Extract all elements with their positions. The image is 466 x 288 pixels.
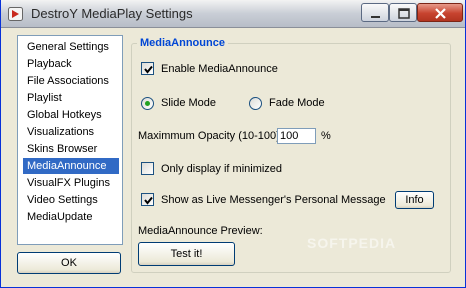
minimize-button[interactable] <box>361 3 389 22</box>
window-title: DestroY MediaPlay Settings <box>31 6 193 21</box>
group-title: MediaAnnounce <box>137 37 228 49</box>
fade-mode-radio[interactable] <box>249 97 262 110</box>
slide-mode-radio[interactable] <box>141 97 154 110</box>
settings-window: DestroY MediaPlay Settings General Setti… <box>0 0 466 288</box>
slide-mode-label: Slide Mode <box>161 97 217 109</box>
close-button[interactable] <box>417 3 463 22</box>
nav-item-playlist[interactable]: Playlist <box>23 90 119 106</box>
maximize-button[interactable] <box>389 3 417 22</box>
ok-button[interactable]: OK <box>17 252 121 274</box>
only-minimized-label: Only display if minimized <box>161 163 283 175</box>
test-it-button[interactable]: Test it! <box>138 242 235 266</box>
opacity-input[interactable]: 100 <box>277 128 316 144</box>
messenger-label: Show as Live Messenger's Personal Messag… <box>161 194 386 206</box>
opacity-unit: % <box>321 130 331 142</box>
enable-mediaannounce-label: Enable MediaAnnounce <box>161 63 278 75</box>
nav-item-visualfx-plugins[interactable]: VisualFX Plugins <box>23 175 119 191</box>
nav-item-mediaupdate[interactable]: MediaUpdate <box>23 209 119 225</box>
nav-item-file-associations[interactable]: File Associations <box>23 73 119 89</box>
only-minimized-checkbox[interactable] <box>141 162 154 175</box>
nav-item-global-hotkeys[interactable]: Global Hotkeys <box>23 107 119 123</box>
nav-item-skins-browser[interactable]: Skins Browser <box>23 141 119 157</box>
nav-item-mediaannounce[interactable]: MediaAnnounce <box>23 158 119 174</box>
info-button[interactable]: Info <box>395 191 434 209</box>
nav-item-visualizations[interactable]: Visualizations <box>23 124 119 140</box>
app-play-icon <box>8 7 23 21</box>
fade-mode-label: Fade Mode <box>269 97 325 109</box>
nav-item-video-settings[interactable]: Video Settings <box>23 192 119 208</box>
category-list[interactable]: General Settings Playback File Associati… <box>17 35 123 245</box>
mediaannounce-group <box>131 43 451 273</box>
opacity-label: Maximmum Opacity (10-100) <box>138 130 280 142</box>
nav-item-general-settings[interactable]: General Settings <box>23 39 119 55</box>
nav-item-playback[interactable]: Playback <box>23 56 119 72</box>
title-bar[interactable]: DestroY MediaPlay Settings <box>1 0 465 28</box>
radio-selected-dot <box>145 101 150 106</box>
enable-mediaannounce-checkbox[interactable] <box>141 62 154 75</box>
messenger-checkbox[interactable] <box>141 193 154 206</box>
preview-label: MediaAnnounce Preview: <box>138 225 263 237</box>
watermark: SOFTPEDIA <box>307 235 397 251</box>
